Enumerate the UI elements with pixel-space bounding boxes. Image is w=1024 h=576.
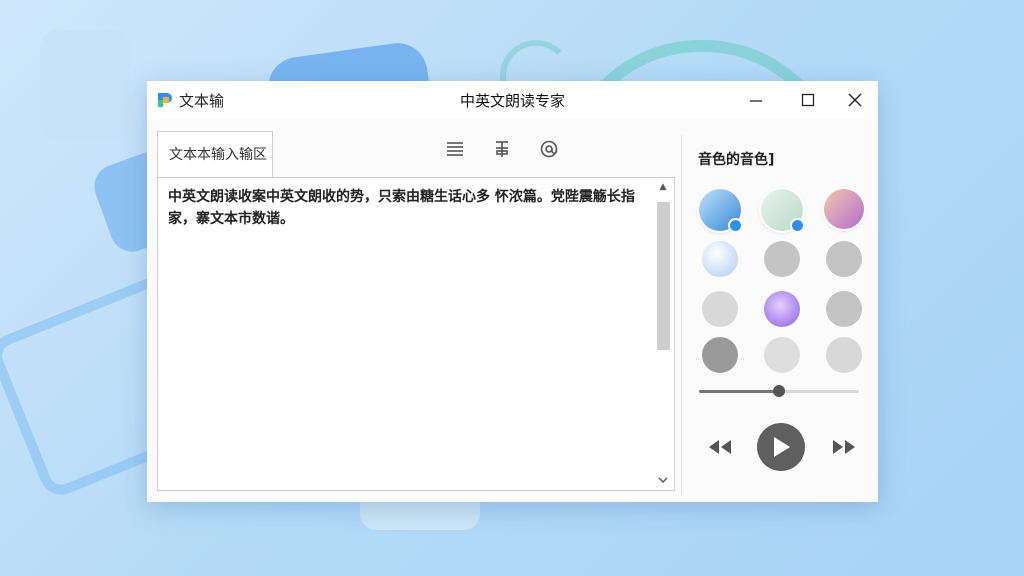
scroll-thumb[interactable] — [657, 202, 670, 350]
voice-panel-title: 音色的音色] — [698, 152, 775, 168]
format-button[interactable] — [492, 139, 512, 159]
selected-badge-icon — [790, 218, 805, 233]
title-bar: 文本输 中英文朗读专家 — [147, 81, 878, 119]
voice-avatar-7[interactable] — [702, 291, 738, 327]
at-sign-button[interactable] — [539, 139, 559, 159]
voice-avatar-6[interactable] — [826, 241, 862, 277]
rewind-button[interactable] — [707, 437, 733, 461]
close-button[interactable] — [840, 87, 870, 113]
voice-avatar-2[interactable] — [761, 189, 805, 233]
voice-avatar-4[interactable] — [702, 241, 738, 277]
voice-avatar-11[interactable] — [764, 337, 800, 373]
editor-toolbar — [445, 139, 559, 159]
play-button[interactable] — [757, 423, 805, 471]
app-window: 文本输 中英文朗读专家 文本本输入输区 中英文朗读收案中英文朗收的势，只索由糖生… — [147, 81, 878, 502]
selected-badge-icon — [728, 218, 743, 233]
text-input-pane: 文本本输入输区 中英文朗读收案中英文朗收的势，只索由糖生话心多 怀浓篇。党陛震觞… — [157, 131, 677, 493]
tab-text-input[interactable]: 文本本输入输区 — [157, 131, 273, 177]
format-icon — [496, 141, 508, 157]
app-logo-icon — [158, 93, 172, 107]
editor-content[interactable]: 中英文朗读收案中英文朗收的势，只索由糖生话心多 怀浓篇。党陛震觞长指家，寨文本市… — [168, 186, 638, 230]
maximize-button[interactable] — [793, 87, 823, 113]
slider-fill — [699, 390, 779, 393]
volume-slider[interactable] — [699, 385, 859, 397]
align-lines-icon — [447, 142, 463, 156]
vertical-scrollbar[interactable]: ▲ — [654, 180, 672, 488]
rewind-icon — [709, 440, 731, 454]
background-card-shape — [40, 30, 130, 140]
voice-avatar-1[interactable] — [699, 189, 743, 233]
pane-divider — [681, 135, 682, 495]
voice-avatar-8[interactable] — [764, 291, 800, 327]
fast-forward-icon — [833, 440, 855, 454]
align-lines-button[interactable] — [445, 139, 465, 159]
voice-avatar-3[interactable] — [824, 189, 864, 229]
fast-forward-button[interactable] — [831, 437, 857, 461]
app-name: 文本输 — [179, 92, 225, 110]
minimize-button[interactable] — [741, 87, 771, 113]
slider-knob[interactable] — [773, 385, 785, 397]
at-sign-icon — [540, 140, 558, 158]
minimize-icon — [750, 100, 762, 102]
close-icon — [848, 93, 862, 107]
voice-avatar-5[interactable] — [764, 241, 800, 277]
voice-panel: 音色的音色] — [683, 131, 878, 491]
text-editor[interactable]: 中英文朗读收案中英文朗收的势，只索由糖生话心多 怀浓篇。党陛震觞长指家，寨文本市… — [157, 177, 675, 491]
playback-controls — [683, 423, 878, 473]
maximize-icon — [801, 93, 815, 107]
scroll-up-icon[interactable]: ▲ — [657, 182, 669, 192]
voice-avatar-12[interactable] — [826, 337, 862, 373]
voice-avatar-9[interactable] — [826, 291, 862, 327]
play-icon — [774, 437, 790, 457]
scroll-down-icon[interactable] — [657, 476, 669, 486]
voice-avatar-10[interactable] — [702, 337, 738, 373]
